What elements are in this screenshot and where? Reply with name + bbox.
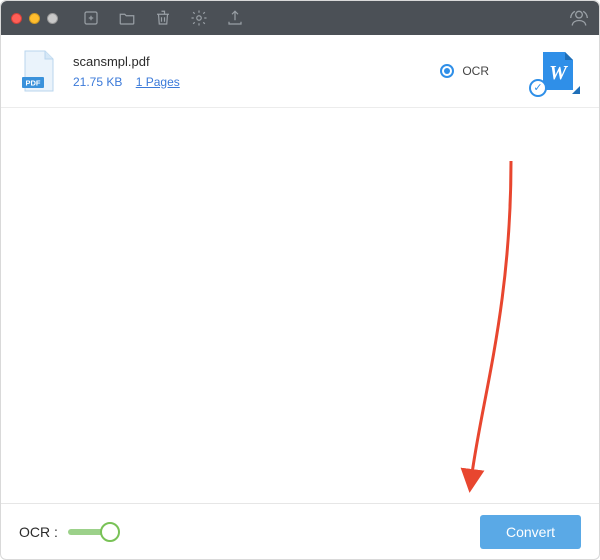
pdf-file-icon: PDF [21,49,57,93]
file-size: 21.75 KB [73,75,122,89]
window-controls [11,13,58,24]
convert-button[interactable]: Convert [480,515,581,549]
ocr-footer-label: OCR : [19,524,58,540]
toolbar [82,9,244,27]
ocr-row-toggle[interactable]: OCR [440,64,489,78]
file-list-empty-area [1,108,599,528]
svg-text:W: W [549,62,568,84]
file-pages-link[interactable]: 1 Pages [136,75,180,89]
add-folder-icon[interactable] [118,9,136,27]
window-minimize-button[interactable] [29,13,40,24]
file-row: PDF scansmpl.pdf 21.75 KB 1 Pages OCR W … [1,35,599,108]
ocr-row-label: OCR [462,64,489,78]
support-icon[interactable] [569,8,589,28]
output-format-word-icon[interactable]: W ✓ [535,49,579,93]
window-maximize-button[interactable] [47,13,58,24]
svg-text:PDF: PDF [26,79,41,88]
titlebar [1,1,599,35]
window-close-button[interactable] [11,13,22,24]
settings-icon[interactable] [190,9,208,27]
bottom-bar: OCR : Convert [1,503,599,559]
ocr-global-switch[interactable] [68,524,120,540]
ocr-radio-icon[interactable] [440,64,454,78]
trash-icon[interactable] [154,9,172,27]
file-name: scansmpl.pdf [73,54,180,69]
check-badge-icon: ✓ [529,79,547,97]
export-icon[interactable] [226,9,244,27]
dropdown-corner-icon [572,86,580,94]
add-file-icon[interactable] [82,9,100,27]
file-meta: scansmpl.pdf 21.75 KB 1 Pages [73,54,180,89]
